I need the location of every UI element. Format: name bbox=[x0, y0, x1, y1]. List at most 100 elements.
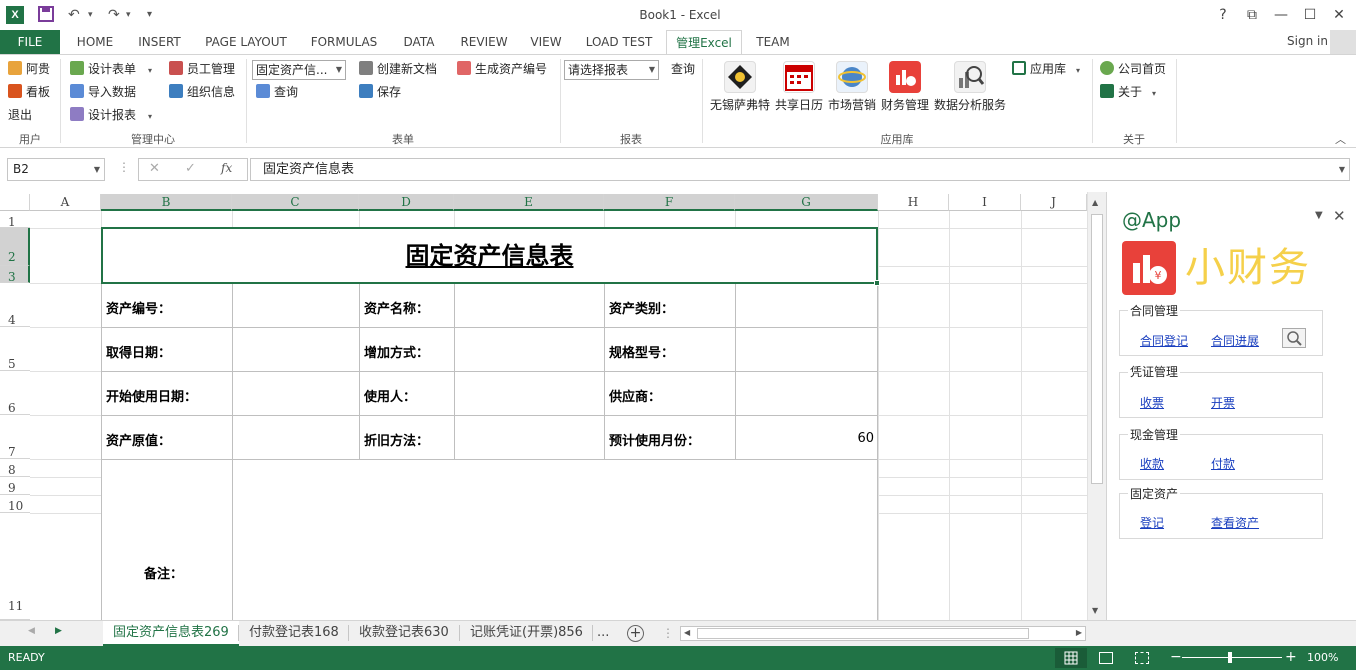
new-document-button[interactable]: 创建新文档 bbox=[359, 61, 437, 77]
zoom-slider-track[interactable] bbox=[1182, 657, 1282, 658]
fill-handle[interactable] bbox=[874, 280, 880, 286]
sign-in-link[interactable]: Sign in bbox=[1287, 34, 1328, 48]
label-est-months[interactable]: 预计使用月份： bbox=[609, 430, 700, 449]
form-query-button[interactable]: 查询 bbox=[256, 84, 298, 100]
tab-home[interactable]: HOME bbox=[68, 30, 122, 54]
label-start-date[interactable]: 开始使用日期： bbox=[106, 386, 197, 405]
row-header-4[interactable]: 4 bbox=[0, 283, 30, 327]
wuxi-saft-app-icon[interactable] bbox=[724, 61, 756, 93]
expand-formula-icon[interactable]: ▼ bbox=[1339, 159, 1345, 180]
org-info-button[interactable]: 组织信息 bbox=[169, 84, 235, 100]
close-pane-icon[interactable]: ✕ bbox=[1333, 207, 1346, 225]
form-select[interactable]: 固定资产信... ▼ bbox=[252, 60, 346, 80]
scroll-right-icon[interactable]: ▶ bbox=[1076, 628, 1082, 637]
report-query-button[interactable]: 查询 bbox=[671, 61, 695, 77]
name-box[interactable]: B2 ▼ bbox=[7, 158, 105, 181]
zoom-level[interactable]: 100% bbox=[1307, 651, 1338, 664]
row-header-9[interactable]: 9 bbox=[0, 477, 30, 495]
app-label-data-analysis[interactable]: 数据分析服务 bbox=[934, 96, 1006, 113]
column-header-c[interactable]: C bbox=[232, 194, 359, 211]
tab-data[interactable]: DATA bbox=[394, 30, 444, 54]
column-header-i[interactable]: I bbox=[949, 194, 1021, 211]
sheet-title-cell[interactable]: 固定资产信息表 bbox=[101, 227, 878, 284]
undo-icon[interactable]: ↶ bbox=[68, 6, 80, 24]
normal-view-button[interactable] bbox=[1055, 648, 1087, 668]
column-header-e[interactable]: E bbox=[454, 194, 604, 211]
tab-review[interactable]: REVIEW bbox=[454, 30, 514, 54]
label-asset-no[interactable]: 资产编号： bbox=[106, 298, 171, 317]
more-sheets-button[interactable]: ... bbox=[593, 621, 613, 646]
shared-calendar-app-icon[interactable] bbox=[783, 61, 815, 93]
marketing-app-icon[interactable] bbox=[836, 61, 868, 93]
column-header-g[interactable]: G bbox=[735, 194, 878, 211]
tab-formulas[interactable]: FORMULAS bbox=[304, 30, 384, 54]
report-select[interactable]: 请选择报表 ▼ bbox=[564, 60, 659, 80]
import-data-button[interactable]: 导入数据 bbox=[70, 84, 136, 100]
finance-app-icon[interactable] bbox=[889, 61, 921, 93]
row-header-1[interactable]: 1 bbox=[0, 211, 30, 229]
tab-view[interactable]: VIEW bbox=[523, 30, 569, 54]
page-layout-view-icon[interactable] bbox=[1099, 652, 1113, 664]
sheet-tab-fixed-assets[interactable]: 固定资产信息表269 bbox=[103, 621, 239, 646]
tab-load-test[interactable]: LOAD TEST bbox=[580, 30, 658, 54]
label-orig-value[interactable]: 资产原值： bbox=[106, 430, 171, 449]
link-contract-progress[interactable]: 合同进展 bbox=[1211, 332, 1259, 349]
enter-icon[interactable]: ✓ bbox=[185, 161, 196, 176]
data-analysis-app-icon[interactable] bbox=[954, 61, 986, 93]
save-form-button[interactable]: 保存 bbox=[359, 84, 401, 100]
column-header-h[interactable]: H bbox=[878, 194, 949, 211]
avatar[interactable] bbox=[1330, 30, 1356, 54]
row-header-7[interactable]: 7 bbox=[0, 415, 30, 459]
collapse-ribbon-icon[interactable]: ︿ bbox=[1335, 131, 1346, 147]
column-header-j[interactable]: J bbox=[1021, 194, 1087, 211]
tab-splitter-icon[interactable]: ⋮ bbox=[662, 626, 674, 640]
next-sheet-icon[interactable]: ▶ bbox=[55, 626, 62, 636]
redo-icon[interactable]: ↷ bbox=[108, 6, 120, 24]
add-sheet-icon[interactable]: + bbox=[627, 625, 644, 642]
label-acq-date[interactable]: 取得日期： bbox=[106, 342, 171, 361]
zoom-slider-thumb[interactable] bbox=[1228, 652, 1232, 663]
label-supplier[interactable]: 供应商： bbox=[609, 386, 661, 405]
column-header-a[interactable]: A bbox=[30, 194, 101, 211]
minimize-button[interactable]: — bbox=[1270, 5, 1292, 25]
sheet-tab-payment[interactable]: 付款登记表168 bbox=[239, 621, 349, 646]
customize-qat-icon[interactable]: ▾ bbox=[147, 6, 152, 24]
column-header-b[interactable]: B bbox=[101, 194, 232, 211]
label-asset-name[interactable]: 资产名称： bbox=[364, 298, 429, 317]
page-break-view-icon[interactable] bbox=[1135, 652, 1149, 664]
tab-guanli-excel[interactable]: 管理Excel bbox=[666, 30, 742, 55]
scrollbar-thumb[interactable] bbox=[1091, 214, 1103, 484]
cancel-icon[interactable]: ✕ bbox=[149, 161, 160, 176]
link-receipt[interactable]: 收款 bbox=[1140, 455, 1164, 472]
tab-page-layout[interactable]: PAGE LAYOUT bbox=[198, 30, 294, 54]
close-button[interactable]: ✕ bbox=[1328, 5, 1350, 25]
app-label-calendar[interactable]: 共享日历 bbox=[775, 96, 823, 113]
label-asset-type[interactable]: 资产类别： bbox=[609, 298, 674, 317]
label-user[interactable]: 使用人： bbox=[364, 386, 416, 405]
tab-file[interactable]: FILE bbox=[0, 30, 60, 54]
select-all-button[interactable] bbox=[0, 194, 30, 211]
scroll-down-icon[interactable]: ▼ bbox=[1092, 606, 1098, 615]
formula-input[interactable]: 固定资产信息表 ▼ bbox=[250, 158, 1350, 181]
scroll-left-icon[interactable]: ◀ bbox=[684, 628, 690, 637]
logout-button[interactable]: 退出 bbox=[8, 107, 32, 123]
est-months-value[interactable]: 60 bbox=[740, 431, 874, 446]
user-button[interactable]: 阿贵 bbox=[8, 61, 50, 77]
horizontal-scrollbar[interactable]: ◀ ▶ bbox=[680, 626, 1086, 641]
label-spec[interactable]: 规格型号： bbox=[609, 342, 674, 361]
app-label-wuxi[interactable]: 无锡萨弗特 bbox=[710, 96, 770, 113]
link-payment[interactable]: 付款 bbox=[1211, 455, 1235, 472]
employee-mgmt-button[interactable]: 员工管理 bbox=[169, 61, 235, 77]
pane-options-icon[interactable]: ▼ bbox=[1315, 210, 1323, 221]
scroll-up-icon[interactable]: ▲ bbox=[1092, 198, 1098, 207]
row-header-2[interactable]: 2 bbox=[0, 228, 30, 266]
prev-sheet-icon[interactable]: ◀ bbox=[28, 626, 35, 636]
sheet-tab-voucher[interactable]: 记账凭证(开票)856 bbox=[460, 621, 593, 646]
row-header-8[interactable]: 8 bbox=[0, 459, 30, 477]
about-button[interactable]: 关于 ▾ bbox=[1100, 84, 1156, 102]
zoom-out-icon[interactable]: − bbox=[1170, 649, 1182, 665]
column-header-d[interactable]: D bbox=[359, 194, 454, 211]
generate-asset-no-button[interactable]: 生成资产编号 bbox=[457, 61, 547, 77]
zoom-in-icon[interactable]: + bbox=[1285, 649, 1297, 665]
row-header-5[interactable]: 5 bbox=[0, 327, 30, 371]
